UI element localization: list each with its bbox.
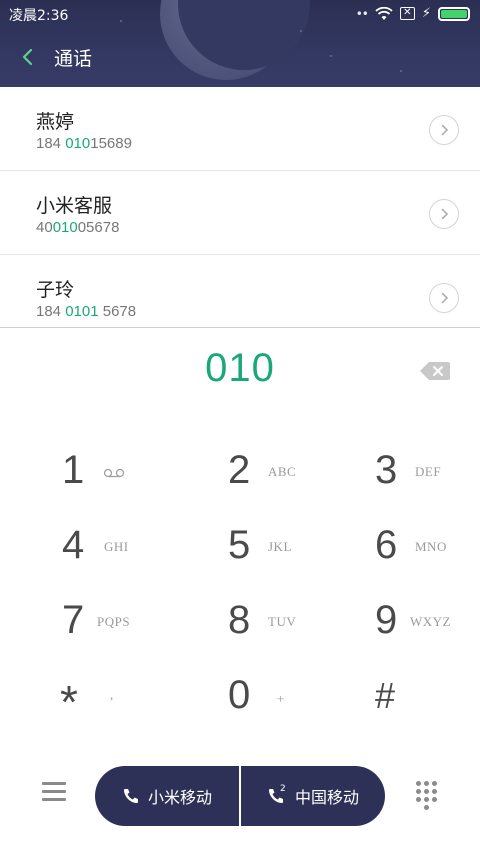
key-letters: ABC — [268, 464, 297, 479]
key-8[interactable]: 8 TUV — [160, 592, 320, 652]
key-letters: WXYZ — [410, 614, 451, 629]
sim1-label: 小米移动 — [147, 788, 212, 807]
key-letters: , — [110, 687, 114, 702]
dialpad-icon[interactable] — [416, 781, 438, 810]
key-hash[interactable]: # — [320, 667, 480, 727]
dot — [424, 789, 429, 794]
menu-line — [42, 798, 66, 801]
number-suffix: 05678 — [77, 219, 120, 236]
key-letters: JKL — [268, 539, 292, 554]
key-digit: 9 — [375, 598, 398, 642]
key-letters: TUV — [268, 614, 297, 629]
dot — [424, 797, 429, 802]
status-bar: 凌晨2:36 •• ✕ ⚡ — [0, 0, 480, 28]
chevron-right-icon[interactable] — [429, 199, 459, 229]
key-4[interactable]: 4 GHI — [0, 517, 160, 577]
contact-name: 小米客服 — [36, 195, 113, 217]
key-2[interactable]: 2 ABC — [160, 442, 320, 502]
key-digit: # — [375, 675, 396, 716]
key-digit: 8 — [228, 598, 251, 642]
battery-level — [441, 9, 467, 18]
key-7[interactable]: 7 PQPS — [0, 592, 160, 652]
no-sim-icon: ✕ — [399, 7, 415, 20]
menu-icon[interactable] — [42, 782, 66, 804]
key-digit: 1 — [62, 448, 85, 492]
call-buttons: 小米移动 2 中国移动 — [95, 766, 385, 826]
chevron-right-icon[interactable] — [429, 283, 459, 313]
contact-number: 4001005678 — [36, 219, 119, 236]
phone-sim2-icon: 2 — [267, 784, 287, 805]
dot — [424, 781, 429, 786]
key-6[interactable]: 6 MNO — [320, 517, 480, 577]
wifi-icon — [375, 6, 393, 20]
menu-line — [42, 790, 66, 793]
contact-number: 184 01015689 — [36, 135, 132, 152]
nav-bar: 通话 — [0, 40, 480, 74]
battery-icon — [438, 6, 470, 21]
dot — [432, 789, 437, 794]
number-match: 0101 — [65, 303, 99, 320]
dial-input[interactable]: 010 — [0, 346, 480, 391]
list-item[interactable]: 燕婷 184 01015689 — [0, 87, 480, 171]
number-match: 010 — [65, 135, 91, 152]
number-prefix: 40 — [36, 219, 53, 236]
header: 凌晨2:36 •• ✕ ⚡ 通话 — [0, 0, 480, 87]
page-title: 通话 — [54, 48, 93, 70]
back-chevron-icon[interactable] — [18, 46, 40, 68]
chevron-right-icon[interactable] — [429, 115, 459, 145]
phone-icon — [123, 789, 138, 803]
menu-line — [42, 782, 66, 785]
key-letters: MNO — [415, 539, 447, 554]
number-suffix: 5678 — [98, 303, 137, 320]
key-letters: + — [277, 691, 285, 706]
key-digit: 3 — [375, 448, 398, 492]
key-digit: 6 — [375, 523, 398, 567]
key-digit: 0 — [228, 673, 251, 717]
sim2-index: 2 — [279, 784, 286, 794]
status-icons: •• ✕ ⚡ — [356, 6, 470, 21]
results-list: 燕婷 184 01015689 小米客服 4001005678 子玲 184 0… — [0, 87, 480, 339]
dot — [432, 781, 437, 786]
number-prefix: 184 — [36, 135, 66, 152]
signal-dots-icon: •• — [355, 6, 369, 21]
key-letters: PQPS — [97, 614, 131, 629]
key-digit: 5 — [228, 523, 251, 567]
contact-name: 子玲 — [36, 279, 75, 301]
star — [300, 30, 302, 32]
number-prefix: 184 — [36, 303, 66, 320]
list-item[interactable]: 小米客服 4001005678 — [0, 171, 480, 255]
key-digit: 4 — [62, 523, 85, 567]
key-letters: GHI — [104, 539, 129, 554]
key-digit: 7 — [62, 598, 85, 642]
key-digit: * — [60, 676, 78, 728]
voicemail-icon — [103, 468, 125, 478]
dot — [416, 781, 421, 786]
backspace-icon[interactable] — [420, 361, 450, 381]
call-sim2-button[interactable]: 2 中国移动 — [239, 766, 385, 826]
number-suffix: 15689 — [90, 135, 132, 152]
key-1[interactable]: 1 — [0, 442, 160, 502]
contact-name: 燕婷 — [36, 111, 75, 133]
status-time: 凌晨2:36 — [9, 8, 69, 24]
contact-number: 184 0101 5678 — [36, 303, 136, 320]
charging-icon: ⚡ — [421, 6, 431, 21]
dot — [416, 789, 421, 794]
key-star[interactable]: * , — [0, 667, 160, 728]
divider — [0, 327, 480, 328]
key-3[interactable]: 3 DEF — [320, 442, 480, 502]
dot — [416, 797, 421, 802]
key-digit: 2 — [228, 448, 251, 492]
sim2-label: 中国移动 — [294, 788, 359, 807]
key-letters: DEF — [415, 464, 442, 479]
dot — [424, 805, 429, 810]
number-match: 010 — [52, 219, 78, 236]
call-sim1-button[interactable]: 小米移动 — [95, 766, 239, 826]
key-9[interactable]: 9 WXYZ — [320, 592, 480, 652]
key-5[interactable]: 5 JKL — [160, 517, 320, 577]
key-0[interactable]: 0 + — [160, 667, 320, 727]
dot — [432, 797, 437, 802]
